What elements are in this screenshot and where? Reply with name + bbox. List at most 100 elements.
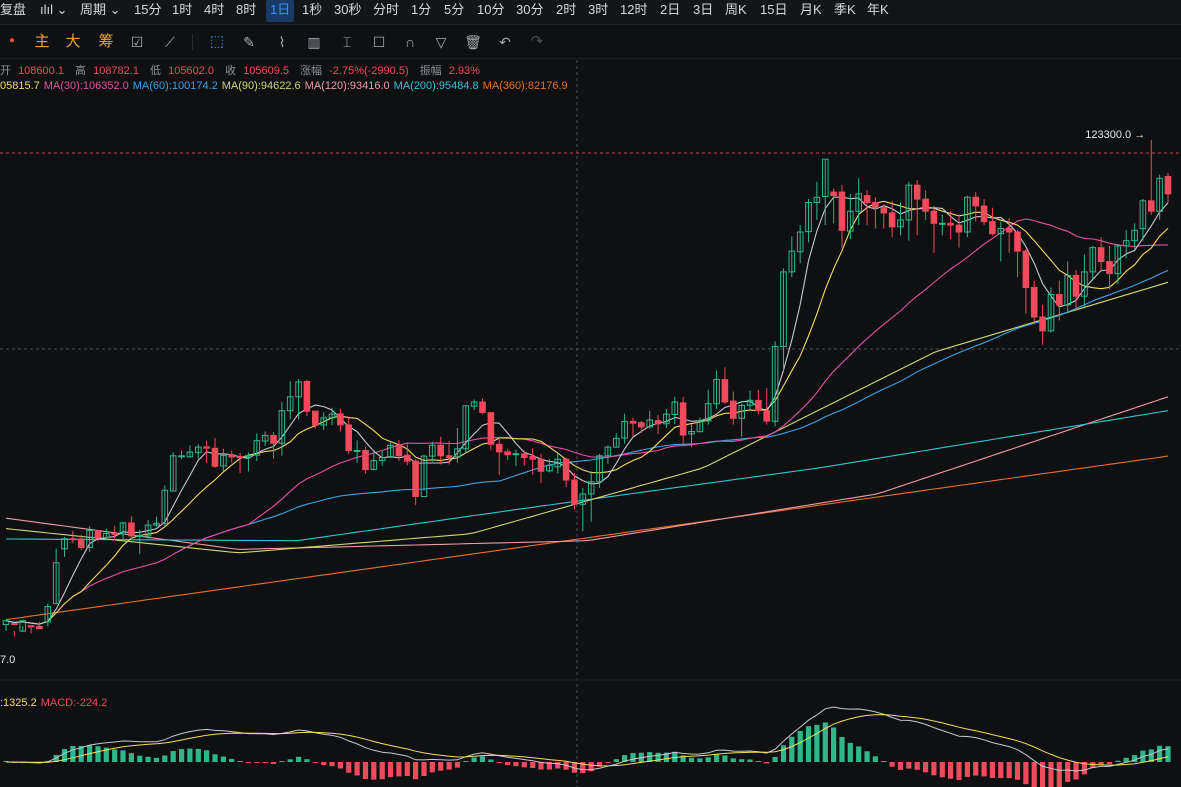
macd-bar	[688, 757, 695, 762]
period-5[interactable]: 4时	[204, 0, 224, 22]
high-price-label: 123300.0 →	[1085, 129, 1145, 141]
period-14[interactable]: 30分	[516, 0, 543, 22]
candle-tool-icon[interactable]: ▥	[302, 30, 326, 54]
ma-legend-item-6: MA(360):82176.9	[482, 80, 568, 92]
macd-bar	[245, 762, 251, 763]
period-6[interactable]: 8时	[236, 0, 256, 22]
macd-bar	[187, 748, 193, 762]
macd-bar	[973, 762, 979, 776]
candle-body	[679, 402, 687, 436]
candle-body	[537, 458, 545, 472]
ruler-draw-icon[interactable]: ⟋	[158, 30, 182, 54]
macd-bar	[329, 762, 335, 767]
macd-bar	[989, 762, 995, 778]
macd-bar	[939, 762, 945, 778]
period-7[interactable]: 1日	[266, 0, 295, 22]
macd-bar	[739, 759, 745, 762]
filter-icon[interactable]: ▽	[429, 30, 453, 54]
macd-bar	[195, 748, 201, 762]
macd-bar	[1023, 762, 1029, 785]
candle-body	[1164, 176, 1172, 195]
candle-body	[755, 399, 762, 412]
period-3[interactable]: 15分	[134, 0, 161, 22]
period-11[interactable]: 1分	[411, 0, 431, 22]
candle-body	[947, 222, 954, 226]
note-icon[interactable]: ☐	[367, 30, 391, 54]
macd-bar	[697, 758, 703, 762]
candle-body	[178, 455, 185, 458]
period-16[interactable]: 3时	[588, 0, 608, 22]
trash-icon[interactable]: 🗑	[461, 30, 485, 54]
brush-icon[interactable]: ⌇	[270, 30, 294, 54]
period-0[interactable]: 复盘	[0, 0, 26, 22]
ma-legend-item-2: MA(60):100174.2	[132, 80, 218, 92]
edit-indicator-icon[interactable]: ☑	[125, 30, 149, 54]
candle-body	[353, 450, 361, 452]
candle-body	[989, 221, 996, 235]
macd-bar	[847, 742, 853, 762]
macd-bar	[204, 750, 210, 762]
macd-bar	[538, 762, 544, 770]
select-cursor-icon[interactable]: ⬚	[205, 30, 229, 54]
candle-body	[211, 447, 219, 467]
macd-bar	[923, 762, 929, 773]
macd-bar	[1014, 762, 1021, 780]
pencil-icon[interactable]: ✎	[237, 30, 261, 54]
period-12[interactable]: 5分	[444, 0, 464, 22]
macd-bar	[70, 746, 76, 762]
macd-bar	[747, 759, 753, 762]
macd-bar	[805, 726, 812, 762]
period-19[interactable]: 3日	[693, 0, 713, 22]
macd-bar	[304, 759, 310, 762]
candle-body	[529, 456, 537, 460]
period-17[interactable]: 12时	[620, 0, 647, 22]
big-order-button[interactable]: 大	[61, 30, 85, 54]
macd-bar	[505, 762, 511, 765]
candle-body	[479, 401, 486, 413]
macd-bar	[179, 749, 185, 762]
candle-body	[203, 446, 210, 449]
ma200-line	[6, 410, 1169, 542]
period-10[interactable]: 分时	[373, 0, 399, 22]
period-24[interactable]: 年K	[867, 0, 889, 22]
period-20[interactable]: 周K	[725, 0, 747, 22]
candle-body	[128, 522, 135, 537]
macd-bar	[479, 756, 486, 762]
period-23[interactable]: 季K	[834, 0, 856, 22]
candle-body	[730, 400, 737, 419]
candle-body	[11, 623, 18, 626]
macd-bar	[1031, 762, 1037, 787]
period-9[interactable]: 30秒	[334, 0, 361, 22]
period-21[interactable]: 15日	[760, 0, 787, 22]
candle-body	[437, 444, 444, 457]
period-1[interactable]: ılıl ⌄	[40, 0, 68, 22]
main-chart-button[interactable]: 主	[30, 30, 54, 54]
macd-bar	[722, 755, 728, 762]
macd-bar	[371, 762, 377, 780]
macd-bar	[906, 762, 912, 769]
period-8[interactable]: 1秒	[302, 0, 322, 22]
period-13[interactable]: 10分	[477, 0, 504, 22]
macd-legend: :1325.2 MACD:-224.2	[0, 697, 111, 709]
macd-bar	[379, 762, 385, 780]
price-range-icon[interactable]: ⌶	[335, 30, 359, 54]
redo-icon[interactable]: ↷	[525, 30, 549, 54]
period-4[interactable]: 1时	[172, 0, 192, 22]
candle-body	[1106, 261, 1113, 275]
macd-bar	[513, 762, 519, 767]
ma-legend-item-5: MA(200):95484.8	[393, 80, 479, 92]
period-2[interactable]: 周期 ⌄	[80, 0, 121, 22]
chip-distribution-button[interactable]: 筹	[94, 30, 118, 54]
candle-body	[1072, 274, 1080, 297]
magnet-icon[interactable]: ∩	[398, 30, 422, 54]
undo-icon[interactable]: ↶	[493, 30, 517, 54]
macd-bar	[831, 727, 837, 762]
period-22[interactable]: 月K	[800, 0, 822, 22]
period-18[interactable]: 2日	[660, 0, 680, 22]
candle-body	[1030, 287, 1038, 318]
candle-body	[404, 454, 411, 462]
period-15[interactable]: 2时	[556, 0, 576, 22]
price-chart[interactable]: 123300.0 → 7.0	[0, 0, 1181, 787]
macd-bar	[1056, 762, 1062, 787]
macd-bar	[153, 757, 160, 762]
